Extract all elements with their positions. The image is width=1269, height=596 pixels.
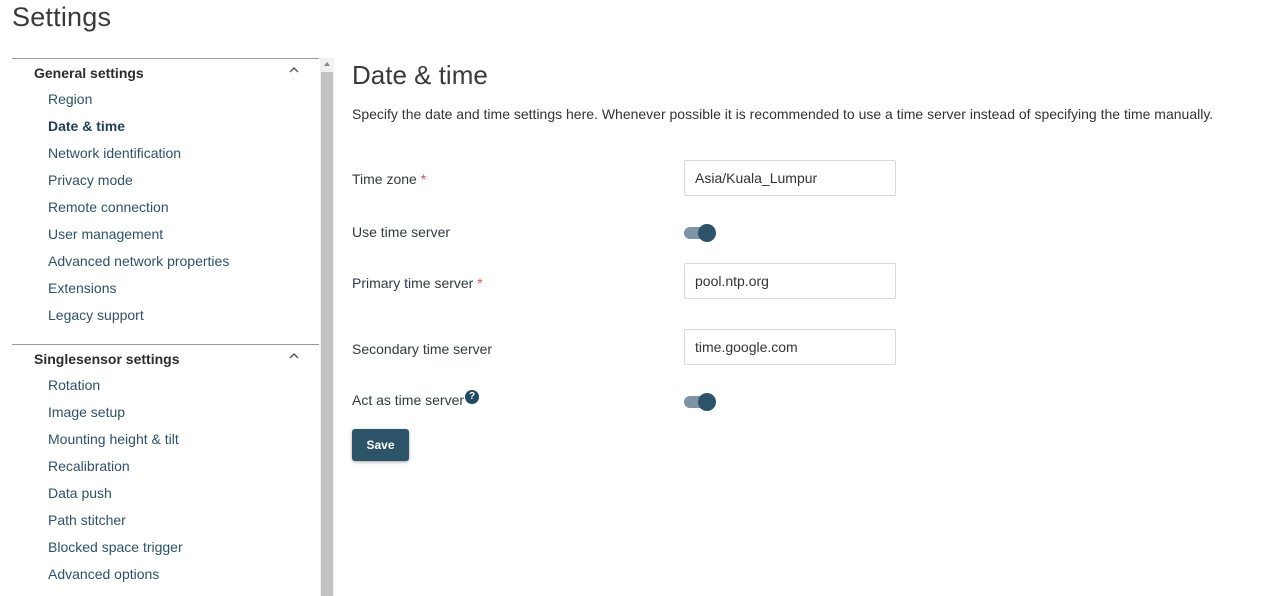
- sidebar-item-data-push[interactable]: Data push: [12, 480, 319, 507]
- use-time-server-toggle[interactable]: [684, 223, 718, 243]
- sidebar-item-recalibration[interactable]: Recalibration: [12, 453, 319, 480]
- time-zone-label: Time zone *: [352, 171, 426, 187]
- primary-time-server-input[interactable]: [684, 263, 896, 299]
- toggle-knob: [698, 224, 716, 242]
- date-time-panel: Date & time Specify the date and time se…: [352, 58, 1252, 461]
- sidebar-item-advanced-options[interactable]: Advanced options: [12, 561, 319, 588]
- sidebar-item-rotation[interactable]: Rotation: [12, 372, 319, 399]
- arrow-up-icon[interactable]: [320, 58, 334, 72]
- help-icon[interactable]: ?: [465, 390, 480, 404]
- act-as-time-server-label: Act as time server?: [352, 390, 480, 408]
- primary-time-server-label: Primary time server *: [352, 275, 483, 291]
- sidebar-item-image-setup[interactable]: Image setup: [12, 399, 319, 426]
- secondary-time-server-label: Secondary time server: [352, 341, 493, 357]
- scrollbar-thumb[interactable]: [321, 72, 333, 596]
- sidebar-section-general: General settings Region Date & time Netw…: [12, 58, 319, 329]
- act-as-time-server-label-text: Act as time server: [352, 392, 465, 408]
- sidebar-item-path-stitcher[interactable]: Path stitcher: [12, 507, 319, 534]
- secondary-time-server-row: Secondary time server: [352, 329, 952, 365]
- act-as-time-server-toggle[interactable]: [684, 392, 718, 412]
- chevron-up-icon[interactable]: [287, 64, 301, 76]
- required-marker: *: [420, 171, 427, 187]
- secondary-time-server-input[interactable]: [684, 329, 896, 365]
- sidebar-item-region[interactable]: Region: [12, 86, 319, 113]
- use-time-server-row: Use time server: [352, 222, 952, 246]
- sidebar-item-extensions[interactable]: Extensions: [12, 275, 319, 302]
- act-as-time-server-row: Act as time server?: [352, 386, 952, 414]
- sidebar-item-mounting-height-tilt[interactable]: Mounting height & tilt: [12, 426, 319, 453]
- primary-time-server-label-text: Primary time server: [352, 275, 474, 291]
- sidebar-item-legacy-support[interactable]: Legacy support: [12, 302, 319, 329]
- time-zone-row: Time zone *: [352, 160, 952, 196]
- section-title-general[interactable]: General settings: [12, 59, 319, 86]
- settings-sidebar: General settings Region Date & time Netw…: [12, 58, 319, 588]
- required-marker: *: [477, 275, 483, 291]
- use-time-server-label: Use time server: [352, 224, 451, 240]
- section-heading: Date & time: [352, 60, 488, 90]
- sidebar-item-blocked-space-trigger[interactable]: Blocked space trigger: [12, 534, 319, 561]
- sidebar-item-advanced-network-properties[interactable]: Advanced network properties: [12, 248, 319, 275]
- save-button[interactable]: Save: [352, 429, 409, 461]
- page-title: Settings: [12, 2, 112, 32]
- time-zone-label-text: Time zone: [352, 171, 417, 187]
- primary-time-server-row: Primary time server *: [352, 263, 952, 299]
- sidebar-item-network-identification[interactable]: Network identification: [12, 140, 319, 167]
- sidebar-item-date-time[interactable]: Date & time: [12, 113, 319, 140]
- time-zone-input[interactable]: [684, 160, 896, 196]
- section-title-singlesensor[interactable]: Singlesensor settings: [12, 345, 319, 372]
- sidebar-item-privacy-mode[interactable]: Privacy mode: [12, 167, 319, 194]
- section-description: Specify the date and time settings here.…: [352, 106, 1214, 122]
- sidebar-section-singlesensor: Singlesensor settings Rotation Image set…: [12, 344, 319, 588]
- sidebar-item-remote-connection[interactable]: Remote connection: [12, 194, 319, 221]
- toggle-knob: [698, 393, 716, 411]
- sidebar-scrollbar[interactable]: [320, 58, 334, 596]
- chevron-up-icon[interactable]: [287, 350, 301, 362]
- sidebar-item-user-management[interactable]: User management: [12, 221, 319, 248]
